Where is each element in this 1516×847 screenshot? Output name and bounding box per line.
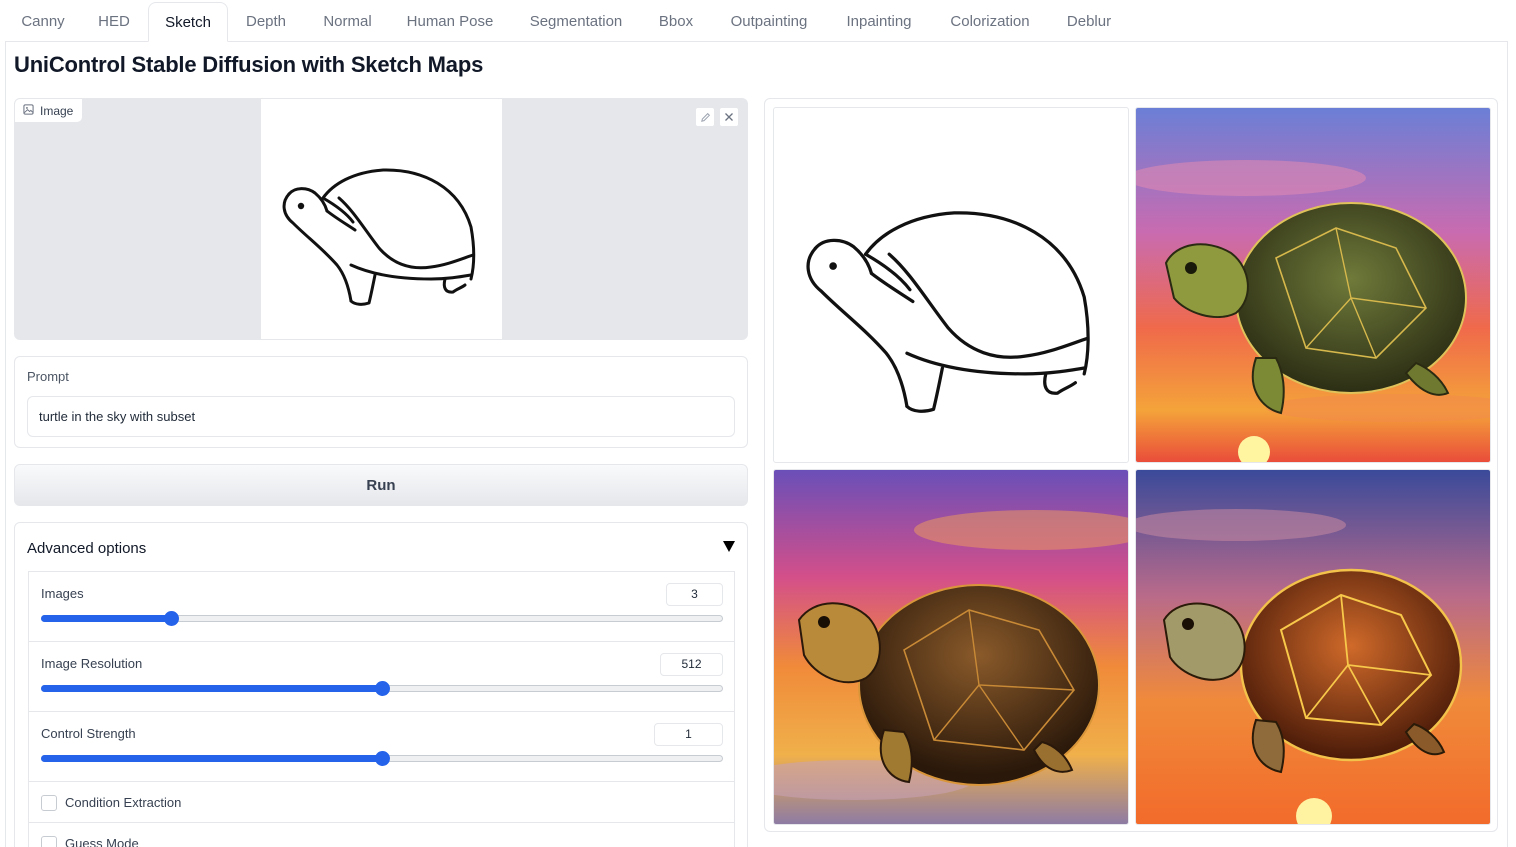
tab-outpainting[interactable]: Outpainting xyxy=(712,2,826,42)
resolution-slider-track[interactable] xyxy=(41,681,723,696)
slider-image-resolution: Image Resolution 512 xyxy=(29,641,734,711)
tab-normal[interactable]: Normal xyxy=(306,2,389,42)
tab-deblur[interactable]: Deblur xyxy=(1051,2,1127,42)
checkbox-guess-mode: Guess Mode xyxy=(29,822,734,847)
checkbox-label: Condition Extraction xyxy=(65,795,182,810)
slider-fill xyxy=(41,615,171,622)
images-slider-track[interactable] xyxy=(41,611,723,626)
guess-mode-checkbox[interactable] xyxy=(41,836,57,847)
image-label: Image xyxy=(15,99,84,123)
prompt-block: Prompt xyxy=(14,356,748,448)
slider-handle[interactable] xyxy=(375,751,390,766)
close-icon[interactable] xyxy=(719,107,739,127)
gallery-item-result-3[interactable] xyxy=(1135,469,1491,825)
edit-icon[interactable] xyxy=(695,107,715,127)
tab-bar: Canny HED Sketch Depth Normal Human Pose… xyxy=(0,0,1516,42)
checkbox-condition-extraction: Condition Extraction xyxy=(29,781,734,822)
collapse-arrow-icon[interactable] xyxy=(723,541,735,552)
advanced-options-toggle[interactable]: Advanced options xyxy=(27,540,146,557)
gallery-item-control-sketch[interactable] xyxy=(773,107,1129,463)
page-title: UniControl Stable Diffusion with Sketch … xyxy=(14,52,484,77)
tab-sketch[interactable]: Sketch xyxy=(148,2,228,42)
output-gallery xyxy=(764,98,1498,832)
slider-handle[interactable] xyxy=(375,681,390,696)
gallery-item-result-2[interactable] xyxy=(773,469,1129,825)
slider-label: Image Resolution xyxy=(41,656,143,671)
images-number-input[interactable]: 3 xyxy=(666,583,723,606)
tab-segmentation[interactable]: Segmentation xyxy=(512,2,640,42)
image-upload[interactable]: Image xyxy=(14,98,748,340)
strength-slider-track[interactable] xyxy=(41,751,723,766)
tab-hed[interactable]: HED xyxy=(84,2,144,42)
gallery-item-result-1[interactable] xyxy=(1135,107,1491,463)
prompt-input[interactable] xyxy=(27,396,735,437)
tab-bbox[interactable]: Bbox xyxy=(645,2,707,42)
run-button[interactable]: Run xyxy=(14,464,748,506)
image-label-text: Image xyxy=(40,103,74,118)
tab-depth[interactable]: Depth xyxy=(231,2,301,42)
tab-canny[interactable]: Canny xyxy=(7,2,79,42)
slider-fill xyxy=(41,685,381,692)
image-tools xyxy=(695,107,739,127)
sketch-preview xyxy=(261,99,502,339)
tab-colorization[interactable]: Colorization xyxy=(934,2,1046,42)
advanced-options: Advanced options Images 3 Image Resoluti… xyxy=(14,522,748,847)
tab-inpainting[interactable]: Inpainting xyxy=(830,2,928,42)
resolution-number-input[interactable]: 512 xyxy=(660,653,723,676)
image-icon xyxy=(23,99,34,123)
slider-control-strength: Control Strength 1 xyxy=(29,711,734,781)
slider-fill xyxy=(41,755,381,762)
slider-handle[interactable] xyxy=(164,611,180,626)
prompt-label: Prompt xyxy=(27,369,69,384)
advanced-options-body: Images 3 Image Resolution 512 Control St… xyxy=(28,571,735,847)
slider-images: Images 3 xyxy=(29,571,734,641)
condition-extraction-checkbox[interactable] xyxy=(41,795,57,811)
checkbox-label: Guess Mode xyxy=(65,836,139,847)
slider-label: Images xyxy=(41,586,84,601)
slider-label: Control Strength xyxy=(41,726,136,741)
tab-human-pose[interactable]: Human Pose xyxy=(394,2,506,42)
strength-number-input[interactable]: 1 xyxy=(654,723,723,746)
